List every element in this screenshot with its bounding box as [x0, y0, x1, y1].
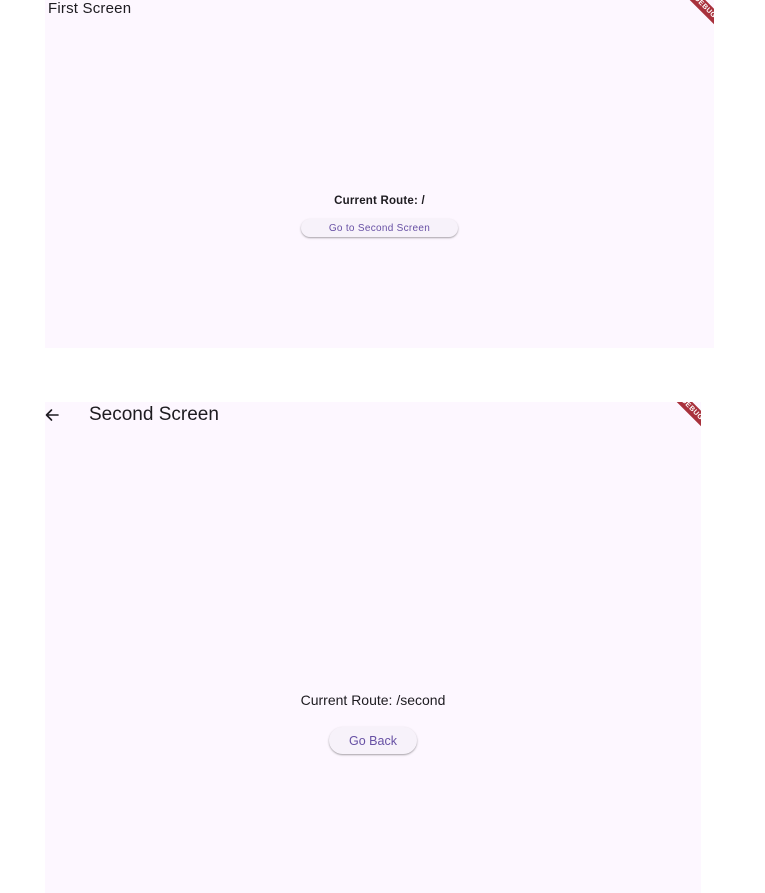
- second-screen: Second Screen Current Route: /second Go …: [45, 402, 701, 893]
- go-to-second-screen-button[interactable]: Go to Second Screen: [301, 219, 458, 237]
- app-bar-title: Second Screen: [89, 404, 219, 425]
- app-bar-title: First Screen: [48, 0, 132, 17]
- go-back-button[interactable]: Go Back: [329, 727, 417, 754]
- current-route-label: Current Route: /: [334, 195, 425, 207]
- debug-banner: DEBUG: [669, 0, 714, 44]
- arrow-back-icon: [45, 409, 59, 421]
- second-screen-content: Current Route: /second Go Back: [45, 692, 701, 754]
- debug-banner: DEBUG: [656, 402, 701, 446]
- first-screen: First Screen Current Route: / Go to Seco…: [45, 0, 714, 348]
- back-button[interactable]: [45, 402, 67, 430]
- first-screen-content: Current Route: / Go to Second Screen: [45, 195, 714, 237]
- current-route-label: Current Route: /second: [300, 692, 446, 708]
